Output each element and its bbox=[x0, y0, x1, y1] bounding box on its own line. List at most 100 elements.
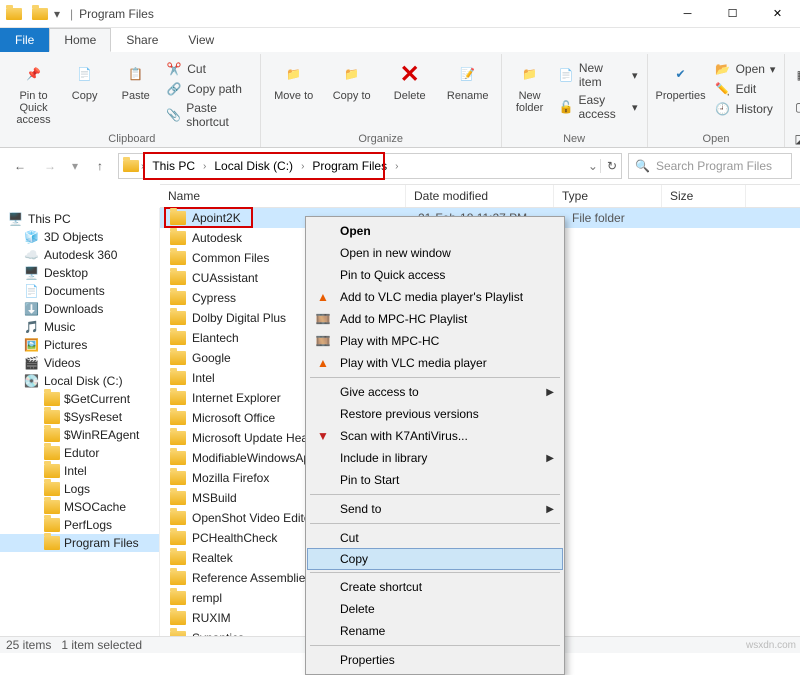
ctx-pin-start[interactable]: Pin to Start bbox=[308, 469, 562, 491]
ctx-restore-versions[interactable]: Restore previous versions bbox=[308, 403, 562, 425]
properties-button[interactable]: ✔Properties bbox=[654, 56, 708, 102]
tree-item[interactable]: 🖥️This PC bbox=[0, 210, 159, 228]
pics-icon: 🖼️ bbox=[24, 338, 40, 352]
forward-button[interactable]: → bbox=[38, 154, 62, 178]
column-name[interactable]: Name bbox=[160, 185, 406, 207]
copy-button[interactable]: 📄Copy bbox=[61, 56, 108, 102]
breadcrumb[interactable]: Local Disk (C:) bbox=[212, 157, 295, 175]
tree-item[interactable]: 🎬Videos bbox=[0, 354, 159, 372]
3d-icon: 🧊 bbox=[24, 230, 40, 244]
column-date[interactable]: Date modified bbox=[406, 185, 554, 207]
select-none-button[interactable]: ▢Select none bbox=[791, 92, 800, 122]
tree-item[interactable]: ⬇️Downloads bbox=[0, 300, 159, 318]
paste-shortcut-button[interactable]: 📎Paste shortcut bbox=[163, 100, 253, 130]
chevron-right-icon[interactable]: › bbox=[139, 161, 146, 172]
close-button[interactable]: ✕ bbox=[755, 0, 800, 28]
tree-item[interactable]: ☁️Autodesk 360 bbox=[0, 246, 159, 264]
ctx-rename[interactable]: Rename bbox=[308, 620, 562, 642]
tree-item[interactable]: PerfLogs bbox=[0, 516, 159, 534]
tab-view[interactable]: View bbox=[173, 28, 229, 52]
tree-item[interactable]: $GetCurrent bbox=[0, 390, 159, 408]
easy-access-button[interactable]: 🔓Easy access ▾ bbox=[555, 92, 640, 122]
folder-icon bbox=[170, 231, 186, 245]
tab-home[interactable]: Home bbox=[49, 28, 111, 52]
move-to-button[interactable]: 📁Move to bbox=[267, 56, 321, 102]
select-all-button[interactable]: ▦Select all bbox=[791, 60, 800, 90]
tree-item[interactable]: 🧊3D Objects bbox=[0, 228, 159, 246]
tree-item[interactable]: 🖥️Desktop bbox=[0, 264, 159, 282]
edit-icon: ✏️ bbox=[715, 81, 731, 97]
tree-item[interactable]: 🎵Music bbox=[0, 318, 159, 336]
back-button[interactable]: ← bbox=[8, 154, 32, 178]
paste-shortcut-icon: 📎 bbox=[166, 107, 181, 123]
tree-item[interactable]: 🖼️Pictures bbox=[0, 336, 159, 354]
item-type: File folder bbox=[572, 211, 680, 225]
refresh-button[interactable]: ↻ bbox=[600, 159, 617, 173]
copy-path-button[interactable]: 🔗Copy path bbox=[163, 80, 253, 98]
tree-item[interactable]: Program Files bbox=[0, 534, 159, 552]
rename-button[interactable]: 📝Rename bbox=[441, 56, 495, 102]
tree-item[interactable]: $SysReset bbox=[0, 408, 159, 426]
minimize-button[interactable]: ─ bbox=[665, 0, 710, 28]
folder-icon bbox=[170, 511, 186, 525]
ctx-send-to[interactable]: Send to▶ bbox=[308, 498, 562, 520]
cut-button[interactable]: ✂️Cut bbox=[163, 60, 253, 78]
folder-icon bbox=[170, 591, 186, 605]
search-input[interactable]: 🔍 Search Program Files bbox=[628, 153, 792, 179]
ctx-open-new-window[interactable]: Open in new window bbox=[308, 242, 562, 264]
pin-quick-access-button[interactable]: 📌Pin to Quick access bbox=[10, 56, 57, 126]
breadcrumb[interactable]: Program Files bbox=[310, 157, 389, 175]
chevron-right-icon[interactable]: › bbox=[393, 161, 400, 172]
ctx-mpc-playlist[interactable]: 🎞️Add to MPC-HC Playlist bbox=[308, 308, 562, 330]
qat-dropdown-icon[interactable]: ▾ bbox=[50, 7, 64, 21]
tree-item[interactable]: Intel bbox=[0, 462, 159, 480]
history-button[interactable]: 🕘History bbox=[712, 100, 779, 118]
ctx-include-library[interactable]: Include in library▶ bbox=[308, 447, 562, 469]
new-folder-button[interactable]: 📁New folder bbox=[508, 56, 552, 114]
ctx-open[interactable]: Open bbox=[308, 220, 562, 242]
folder-icon bbox=[170, 531, 186, 545]
tab-file[interactable]: File bbox=[0, 28, 49, 52]
tree-item[interactable]: MSOCache bbox=[0, 498, 159, 516]
search-icon: 🔍 bbox=[635, 159, 650, 173]
ctx-create-shortcut[interactable]: Create shortcut bbox=[308, 576, 562, 598]
column-size[interactable]: Size bbox=[662, 185, 746, 207]
ctx-cut[interactable]: Cut bbox=[308, 527, 562, 549]
tree-item[interactable]: $WinREAgent bbox=[0, 426, 159, 444]
ctx-vlc-playlist[interactable]: ▲Add to VLC media player's Playlist bbox=[308, 286, 562, 308]
address-bar[interactable]: › This PC › Local Disk (C:) › Program Files ›… bbox=[118, 153, 622, 179]
ctx-give-access[interactable]: Give access to▶ bbox=[308, 381, 562, 403]
up-button[interactable]: ↑ bbox=[88, 154, 112, 178]
tree-item[interactable]: Edutor bbox=[0, 444, 159, 462]
new-item-button[interactable]: 📄New item ▾ bbox=[555, 60, 640, 90]
chevron-right-icon[interactable]: › bbox=[299, 161, 306, 172]
ctx-copy[interactable]: Copy bbox=[307, 548, 563, 570]
ctx-vlc-play[interactable]: ▲Play with VLC media player bbox=[308, 352, 562, 374]
ctx-delete[interactable]: Delete bbox=[308, 598, 562, 620]
recent-dropdown-icon[interactable]: ▾ bbox=[68, 154, 82, 178]
tab-share[interactable]: Share bbox=[111, 28, 173, 52]
paste-icon: 📋 bbox=[120, 60, 152, 88]
ctx-k7-scan[interactable]: ▼Scan with K7AntiVirus... bbox=[308, 425, 562, 447]
tree-item-label: Logs bbox=[64, 482, 90, 496]
ctx-pin-quick-access[interactable]: Pin to Quick access bbox=[308, 264, 562, 286]
delete-button[interactable]: ✕Delete bbox=[383, 56, 437, 102]
maximize-button[interactable]: ☐ bbox=[710, 0, 755, 28]
tree-item[interactable]: 💽Local Disk (C:) bbox=[0, 372, 159, 390]
tree-item[interactable]: Logs bbox=[0, 480, 159, 498]
ctx-properties[interactable]: Properties bbox=[308, 649, 562, 671]
chevron-right-icon[interactable]: › bbox=[201, 161, 208, 172]
copy-to-button[interactable]: 📁Copy to bbox=[325, 56, 379, 102]
column-type[interactable]: Type bbox=[554, 185, 662, 207]
breadcrumb[interactable]: This PC bbox=[150, 157, 197, 175]
paste-button[interactable]: 📋Paste bbox=[112, 56, 159, 102]
edit-button[interactable]: ✏️Edit bbox=[712, 80, 779, 98]
invert-selection-button[interactable]: ◪Invert selection bbox=[791, 124, 800, 154]
tree-item[interactable]: 📄Documents bbox=[0, 282, 159, 300]
address-history-dropdown[interactable]: ⌄ bbox=[588, 159, 598, 173]
qat-explorer-icon[interactable] bbox=[32, 8, 48, 20]
ctx-mpc-play[interactable]: 🎞️Play with MPC-HC bbox=[308, 330, 562, 352]
tree-item-label: Program Files bbox=[64, 536, 139, 550]
open-button[interactable]: 📂Open ▾ bbox=[712, 60, 779, 78]
group-open-label: Open bbox=[703, 133, 730, 147]
